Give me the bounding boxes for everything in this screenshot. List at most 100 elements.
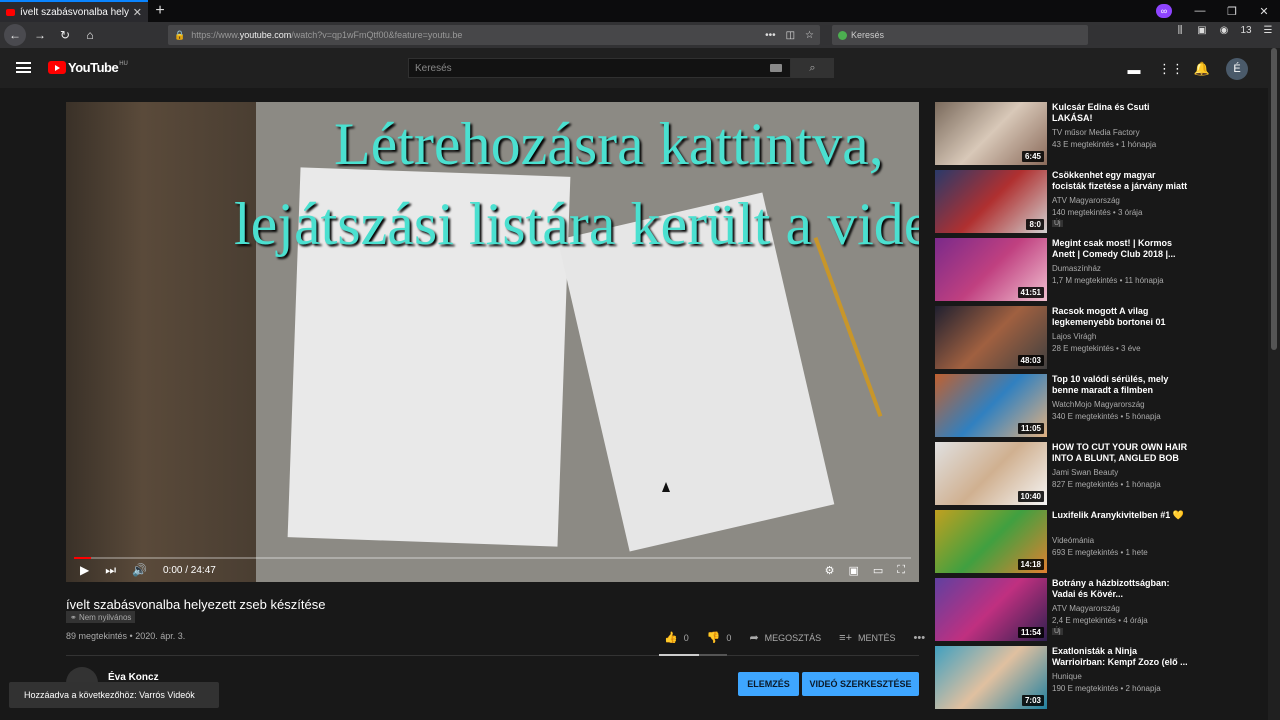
next-icon[interactable]: ⏭ [105, 563, 116, 578]
list-item[interactable]: 8:0 Csökkenhet egy magyar focisták fizeté… [935, 170, 1195, 234]
recommendation-meta: 190 E megtekintés • 2 hónapja [1052, 684, 1161, 693]
extension-badge-icon[interactable]: 13 [1238, 25, 1254, 36]
thumbs-down-icon: 👎 [706, 632, 721, 644]
browser-tab-strip: ívelt szabásvonalba helyezett zseb készí… [0, 0, 1280, 22]
recommendation-title[interactable]: Csökkenhet egy magyar focisták fizetése … [1052, 170, 1190, 192]
duration-badge: 48:03 [1017, 355, 1044, 366]
video-frame-wood [66, 102, 256, 582]
youtube-logo[interactable]: YouTube HU [48, 60, 128, 75]
miniplayer-icon[interactable]: ▣ [848, 564, 858, 577]
video-thumbnail[interactable]: 14:18 [935, 510, 1047, 573]
new-tab-button[interactable]: + [148, 2, 172, 20]
recommendation-channel[interactable]: Jami Swan Beauty [1052, 468, 1118, 477]
recommendation-title[interactable]: Top 10 valódi sérülés, mely benne maradt… [1052, 374, 1190, 396]
apps-grid-icon[interactable]: ⋮⋮ [1158, 61, 1184, 77]
youtube-search-button[interactable]: ⌕ [791, 58, 834, 78]
analytics-button[interactable]: ELEMZÉS [738, 672, 799, 696]
recommendation-meta: 2,4 E megtekintés • 4 órája [1052, 616, 1148, 625]
sidebar-icon[interactable]: ▣ [1194, 25, 1210, 36]
list-item[interactable]: 10:40 HOW TO CUT YOUR OWN HAIR INTO A BLU… [935, 442, 1195, 506]
close-window-button[interactable]: ✕ [1248, 5, 1280, 18]
page-scrollbar[interactable] [1268, 48, 1280, 720]
home-button[interactable]: ⌂ [79, 24, 101, 46]
recommendation-title[interactable]: Megint csak most! | Kormos Anett | Comed… [1052, 238, 1190, 260]
pocket-icon[interactable]: ◫ [786, 30, 795, 41]
dislike-count: 0 [726, 632, 732, 643]
bookmark-star-icon[interactable]: ☆ [805, 30, 814, 41]
create-video-icon[interactable]: ▬ [1124, 62, 1144, 77]
reload-button[interactable]: ↻ [54, 24, 76, 46]
recommendation-channel[interactable]: WatchMojo Magyarország [1052, 400, 1145, 409]
recommendation-title[interactable]: Botrány a házbizottságban: Vadai és Kövé… [1052, 578, 1190, 600]
dislike-button[interactable]: 👎 0 [707, 631, 732, 644]
list-item[interactable]: 41:51 Megint csak most! | Kormos Anett | … [935, 238, 1195, 302]
video-thumbnail[interactable]: 41:51 [935, 238, 1047, 301]
browser-search-box[interactable]: Keresés [832, 25, 1088, 45]
video-thumbnail[interactable]: 11:05 [935, 374, 1047, 437]
volume-icon[interactable]: 🔊 [132, 563, 147, 577]
video-thumbnail[interactable]: 6:45 [935, 102, 1047, 165]
video-thumbnail[interactable]: 11:54 [935, 578, 1047, 641]
tab-title: ívelt szabásvonalba helyezett zseb készí… [20, 6, 129, 18]
video-thumbnail[interactable]: 8:0 [935, 170, 1047, 233]
browser-tab-active[interactable]: ívelt szabásvonalba helyezett zseb készí… [0, 0, 148, 22]
recommendation-title[interactable]: HOW TO CUT YOUR OWN HAIR INTO A BLUNT, A… [1052, 442, 1190, 464]
video-player[interactable]: Létrehozásra kattintva, lejátszási listá… [66, 102, 919, 582]
account-icon[interactable]: ◉ [1216, 25, 1232, 36]
list-item[interactable]: 11:05 Top 10 valódi sérülés, mely benne m… [935, 374, 1195, 438]
save-button[interactable]: ≡+ MENTÉS [839, 632, 895, 644]
video-thumbnail[interactable]: 7:03 [935, 646, 1047, 709]
theater-mode-icon[interactable]: ▭ [873, 564, 883, 577]
notifications-bell-icon[interactable]: 🔔 [1192, 61, 1212, 77]
edit-video-button[interactable]: VIDEÓ SZERKESZTÉSE [802, 672, 919, 696]
keyboard-icon[interactable] [770, 64, 782, 72]
video-overlay-line1: Létrehozásra kattintva, [334, 111, 884, 177]
like-button[interactable]: 👍 0 [664, 631, 689, 644]
list-item[interactable]: 48:03 Racsok mogott A vilag legkemenyebb … [935, 306, 1195, 370]
list-item[interactable]: 6:45 Kulcsár Edina és Csuti LAKÁSA! TV műs… [935, 102, 1195, 166]
minimize-button[interactable]: — [1184, 5, 1216, 17]
library-icon[interactable]: ⫼ [1172, 25, 1188, 36]
share-icon: ➦ [749, 632, 759, 644]
guide-menu-icon[interactable] [16, 62, 31, 73]
menu-icon[interactable]: ☰ [1260, 25, 1276, 36]
recommendation-channel[interactable]: Hunique [1052, 672, 1082, 681]
recommendation-channel[interactable]: Videómánia [1052, 536, 1094, 545]
recommendation-title[interactable]: Luxifelik Aranykivitelben #1 💛 [1052, 510, 1190, 521]
recommendation-channel[interactable]: Dumaszínház [1052, 264, 1101, 273]
play-icon[interactable]: ▶ [80, 563, 89, 577]
browser-search-placeholder: Keresés [851, 30, 885, 40]
scrollbar-thumb[interactable] [1271, 48, 1277, 350]
sentiment-bar [659, 654, 727, 656]
account-avatar[interactable]: É [1226, 58, 1248, 80]
recommendation-title[interactable]: Racsok mogott A vilag legkemenyebb borto… [1052, 306, 1190, 328]
url-host: youtube.com [239, 30, 292, 40]
close-tab-icon[interactable]: ✕ [133, 6, 142, 19]
country-code: HU [119, 60, 128, 67]
list-item[interactable]: 11:54 Botrány a házbizottságban: Vadai és… [935, 578, 1195, 642]
video-thumbnail[interactable]: 10:40 [935, 442, 1047, 505]
recommendation-channel[interactable]: ATV Magyarország [1052, 604, 1120, 613]
video-thumbnail[interactable]: 48:03 [935, 306, 1047, 369]
fullscreen-icon[interactable]: ⛶ [897, 564, 905, 577]
restore-button[interactable]: ❐ [1216, 5, 1248, 18]
list-item[interactable]: 14:18 Luxifelik Aranykivitelben #1 💛 Videó… [935, 510, 1195, 574]
list-item[interactable]: 7:03 Exatlonisták a Ninja Warrioirban: Ke… [935, 646, 1195, 710]
recommendation-channel[interactable]: TV műsor Media Factory [1052, 128, 1140, 137]
youtube-favicon-icon [6, 8, 15, 16]
forward-button[interactable]: → [29, 24, 51, 46]
recommendation-title[interactable]: Exatlonisták a Ninja Warrioirban: Kempf … [1052, 646, 1190, 668]
settings-gear-icon[interactable]: ⚙ [825, 564, 835, 577]
url-bar[interactable]: 🔒 https://www. youtube.com/watch?v=qp1wFm… [168, 25, 820, 45]
recommendation-title[interactable]: Kulcsár Edina és Csuti LAKÁSA! [1052, 102, 1190, 124]
duration-badge: 41:51 [1017, 287, 1044, 298]
page-actions-icon[interactable]: ••• [765, 30, 776, 41]
back-button[interactable]: ← [4, 24, 26, 46]
recommendation-channel[interactable]: ATV Magyarország [1052, 196, 1120, 205]
recommendation-channel[interactable]: Lajos Virágh [1052, 332, 1096, 341]
share-button[interactable]: ➦ MEGOSZTÁS [749, 631, 821, 644]
youtube-search-input[interactable]: Keresés [408, 58, 791, 78]
video-title: ívelt szabásvonalba helyezett zseb készí… [66, 597, 326, 612]
toast-notification: Hozzáadva a következőhöz: Varrós Videók [9, 682, 219, 708]
more-actions-button[interactable]: ••• [914, 632, 926, 644]
